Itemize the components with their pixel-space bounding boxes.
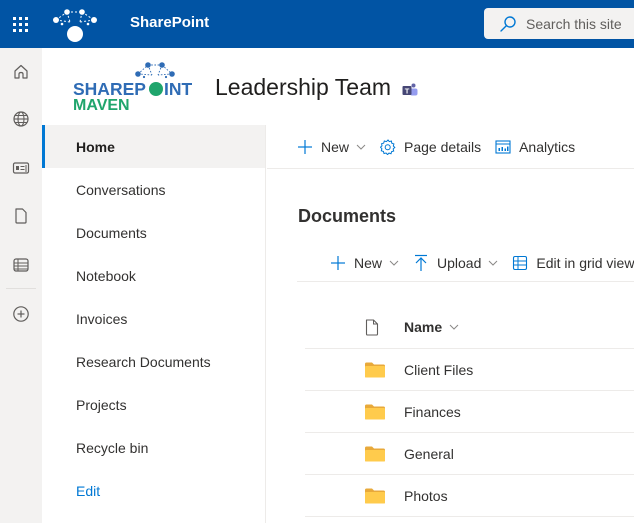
appbar-create-button[interactable]: [0, 294, 42, 334]
file-name-link[interactable]: Client Files: [404, 362, 473, 378]
file-type-column-header[interactable]: [305, 318, 404, 336]
edit-grid-view-button[interactable]: Edit in grid view: [512, 247, 634, 279]
appbar-news-button[interactable]: [0, 148, 42, 188]
nav-item-projects[interactable]: Projects: [42, 383, 265, 426]
analytics-button[interactable]: Analytics: [495, 131, 575, 163]
folder-icon: [365, 446, 385, 461]
chevron-down-icon: [488, 260, 498, 266]
nav-item-home[interactable]: Home: [42, 125, 265, 168]
list-item[interactable]: Photos: [305, 475, 634, 517]
page-new-label: New: [321, 138, 350, 155]
chevron-down-icon: [356, 144, 366, 150]
appbar-divider: [6, 288, 36, 289]
list-item[interactable]: General: [305, 433, 634, 475]
folder-icon: [365, 488, 385, 503]
page-new-button[interactable]: New: [297, 131, 366, 163]
nav-item-research-documents[interactable]: Research Documents: [42, 340, 265, 383]
upload-label: Upload: [437, 254, 482, 271]
left-navigation: Home Conversations Documents Notebook In…: [42, 125, 266, 523]
appbar-files-button[interactable]: [0, 196, 42, 236]
list-item[interactable]: Finances: [305, 391, 634, 433]
upload-icon: [413, 254, 429, 272]
name-column-header[interactable]: Name: [404, 319, 459, 335]
nav-item-conversations[interactable]: Conversations: [42, 168, 265, 211]
documents-command-bar: New Upload Edit in grid view: [297, 244, 634, 282]
analytics-label: Analytics: [519, 138, 576, 155]
app-bar: [0, 48, 42, 523]
suite-bar: SharePoint Search this site: [0, 0, 634, 48]
add-circle-icon: [13, 306, 29, 322]
chevron-down-icon: [389, 260, 399, 266]
nav-edit-link[interactable]: Edit: [42, 469, 265, 512]
page-details-button[interactable]: Page details: [380, 131, 481, 163]
document-list: Name Client Files Finances General Photo…: [305, 306, 634, 517]
svg-text:T: T: [405, 87, 410, 96]
logo-text-int: INT: [164, 79, 193, 99]
site-header: SHAREP INT MAVEN Leadership Team T: [42, 48, 634, 125]
home-icon: [14, 64, 28, 79]
list-header: Name: [305, 306, 634, 349]
documents-new-label: New: [354, 254, 383, 271]
appbar-sites-button[interactable]: [0, 99, 42, 139]
page-command-bar: New Page details Analytics: [267, 125, 634, 169]
file-name-link[interactable]: Finances: [404, 404, 461, 420]
analytics-icon: [495, 139, 511, 155]
gear-icon: [380, 138, 396, 155]
file-icon: [15, 208, 27, 224]
edit-grid-view-label: Edit in grid view: [536, 254, 634, 271]
folder-icon: [365, 362, 385, 377]
nav-item-notebook[interactable]: Notebook: [42, 254, 265, 297]
file-name-link[interactable]: General: [404, 446, 454, 462]
site-logo[interactable]: SHAREP INT MAVEN: [72, 60, 197, 112]
waffle-icon: [12, 16, 28, 32]
site-title[interactable]: Leadership Team: [215, 74, 391, 101]
search-placeholder: Search this site: [526, 15, 622, 32]
search-icon: [500, 15, 516, 32]
file-type-icon: [365, 318, 379, 336]
nav-item-documents[interactable]: Documents: [42, 211, 265, 254]
appbar-lists-button[interactable]: [0, 245, 42, 285]
folder-icon: [365, 404, 385, 419]
nav-item-recycle-bin[interactable]: Recycle bin: [42, 426, 265, 469]
grid-icon: [512, 255, 528, 271]
search-input[interactable]: Search this site: [484, 8, 634, 39]
nav-item-invoices[interactable]: Invoices: [42, 297, 265, 340]
logo-text-maven: MAVEN: [73, 97, 130, 112]
plus-icon: [330, 255, 346, 271]
documents-webpart-title[interactable]: Documents: [298, 206, 396, 227]
page-details-label: Page details: [404, 138, 482, 155]
teams-icon[interactable]: T: [401, 81, 419, 99]
name-column-label: Name: [404, 319, 443, 335]
logo-text-sharep: SHAREP: [73, 79, 146, 99]
documents-new-button[interactable]: New: [330, 247, 399, 279]
appbar-home-button[interactable]: [0, 52, 42, 92]
news-icon: [12, 162, 30, 174]
chevron-down-icon: [449, 324, 459, 330]
app-launcher-button[interactable]: [0, 0, 40, 48]
list-item[interactable]: Client Files: [305, 349, 634, 391]
file-name-link[interactable]: Photos: [404, 488, 448, 504]
globe-icon: [13, 111, 29, 127]
lists-icon: [13, 258, 29, 272]
network-logo-icon[interactable]: [50, 4, 100, 44]
upload-button[interactable]: Upload: [413, 247, 498, 279]
app-name-link[interactable]: SharePoint: [130, 14, 209, 31]
plus-icon: [297, 139, 313, 155]
